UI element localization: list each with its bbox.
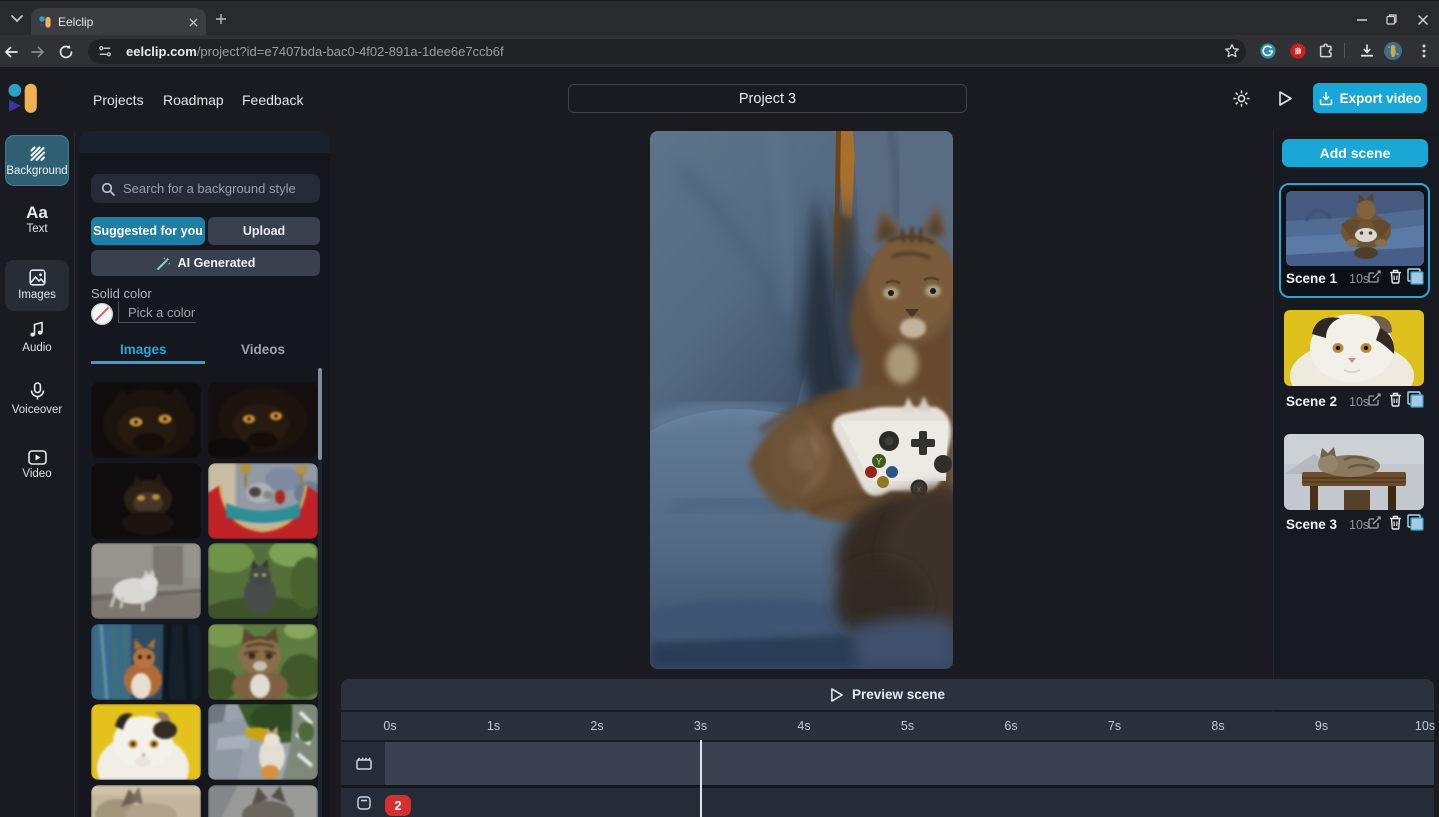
svg-text:Y: Y	[876, 457, 882, 467]
